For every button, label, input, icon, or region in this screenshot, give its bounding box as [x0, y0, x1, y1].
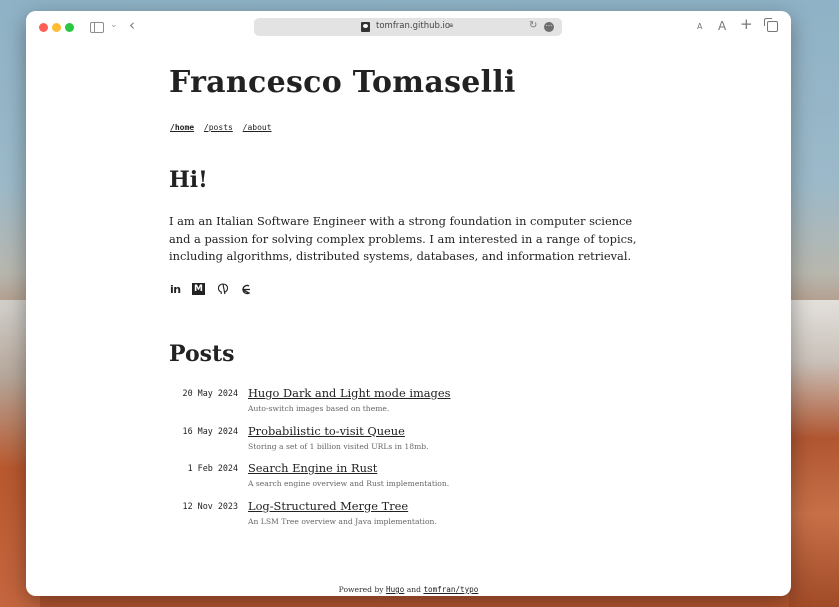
theme-link[interactable]: tomfran/typo	[423, 585, 478, 594]
minimize-window-button[interactable]	[52, 23, 61, 32]
more-options-button[interactable]: ···	[544, 22, 554, 32]
footer-and: and	[406, 585, 422, 594]
browser-toolbar: ⌄ ‹ tomfran.github.io 🔒︎ ↻ ··· A A +	[26, 11, 791, 43]
post-description: Storing a set of 1 billion visited URLs …	[248, 441, 429, 451]
intro-heading: Hi!	[169, 167, 208, 193]
post-title-link[interactable]: Probabilistic to-visit Queue	[248, 424, 405, 438]
nav-home-link[interactable]: /home	[170, 123, 194, 132]
medium-icon[interactable]: M	[192, 283, 205, 295]
post-list: 20 May 2024 Hugo Dark and Light mode ima…	[169, 386, 669, 536]
goodreads-icon[interactable]	[240, 283, 252, 296]
desktop-wallpaper-right	[789, 300, 839, 607]
post-date: 20 May 2024	[182, 388, 238, 398]
list-item: 12 Nov 2023 Log-Structured Merge Tree An…	[169, 499, 669, 537]
list-item: 20 May 2024 Hugo Dark and Light mode ima…	[169, 386, 669, 424]
sidebar-toggle-icon[interactable]	[90, 22, 104, 33]
intro-bio: I am an Italian Software Engineer with a…	[169, 214, 637, 264]
post-date: 16 May 2024	[182, 425, 238, 436]
increase-font-button[interactable]: A	[718, 19, 726, 33]
page-footer: Powered by Hugo and tomfran/typo	[26, 585, 791, 594]
address-url: tomfran.github.io	[376, 21, 451, 31]
posts-heading: Posts	[169, 341, 235, 367]
list-item: 16 May 2024 Probabilistic to-visit Queue…	[169, 424, 669, 462]
browser-window: ⌄ ‹ tomfran.github.io 🔒︎ ↻ ··· A A + Fra…	[26, 11, 791, 596]
nav-about-link[interactable]: /about	[243, 123, 272, 132]
github-icon[interactable]	[217, 283, 229, 296]
post-title-link[interactable]: Search Engine in Rust	[248, 461, 377, 475]
post-title-link[interactable]: Log-Structured Merge Tree	[248, 499, 408, 513]
site-favicon-icon	[361, 22, 370, 32]
site-title[interactable]: Francesco Tomaselli	[169, 65, 516, 100]
reload-button[interactable]: ↻	[529, 20, 537, 31]
close-window-button[interactable]	[39, 23, 48, 32]
list-item: 1 Feb 2024 Search Engine in Rust A searc…	[169, 461, 669, 499]
web-page: Francesco Tomaselli /home /posts /about …	[26, 43, 791, 596]
new-tab-button[interactable]: +	[740, 15, 753, 33]
address-bar[interactable]: tomfran.github.io 🔒︎ ↻ ···	[254, 18, 562, 36]
chevron-down-icon[interactable]: ⌄	[110, 20, 118, 30]
footer-prefix: Powered by	[338, 585, 384, 594]
post-title-link[interactable]: Hugo Dark and Light mode images	[248, 386, 450, 400]
hugo-link[interactable]: Hugo	[386, 585, 404, 594]
post-date: 1 Feb 2024	[187, 463, 238, 473]
linkedin-icon[interactable]: in	[170, 283, 181, 296]
tab-overview-icon[interactable]	[764, 18, 778, 32]
post-description: A search engine overview and Rust implem…	[248, 479, 450, 488]
nav-posts-link[interactable]: /posts	[204, 123, 233, 132]
back-button[interactable]: ‹	[129, 16, 135, 34]
zoom-window-button[interactable]	[65, 23, 74, 32]
post-description: An LSM Tree overview and Java implementa…	[248, 516, 437, 526]
decrease-font-button[interactable]: A	[697, 22, 702, 31]
site-nav: /home /posts /about	[170, 123, 277, 132]
post-date: 12 Nov 2023	[182, 500, 238, 511]
lock-icon: 🔒︎	[449, 20, 454, 29]
post-description: Auto-switch images based on theme.	[248, 404, 390, 413]
